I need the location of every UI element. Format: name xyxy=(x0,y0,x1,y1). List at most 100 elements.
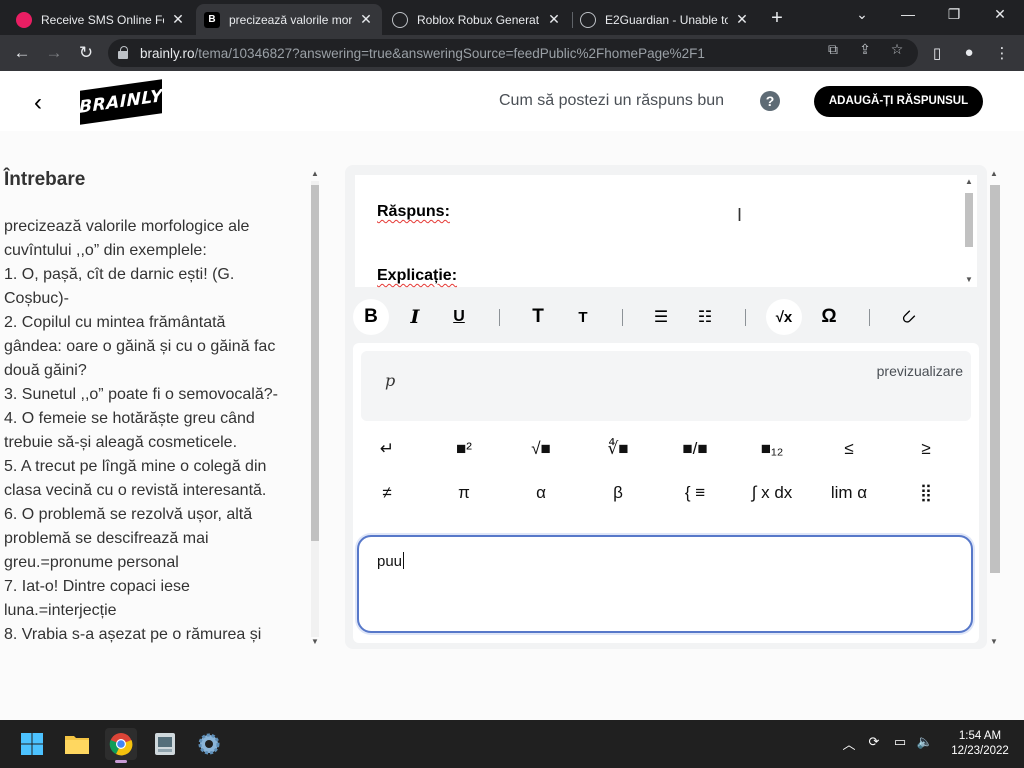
math-symbol-button[interactable]: ∜■ xyxy=(596,433,640,465)
address-bar[interactable]: brainly.ro/tema/10346827?answering=true&… xyxy=(108,39,918,67)
minimize-icon[interactable]: — xyxy=(898,6,918,22)
close-tab-icon[interactable]: ✕ xyxy=(358,11,374,28)
scroll-up-arrow-icon[interactable]: ▲ xyxy=(989,169,999,178)
browser-tab-strip: Receive SMS Online Fo ✕ B precizează val… xyxy=(0,0,1024,35)
close-tab-icon[interactable]: ✕ xyxy=(734,11,750,28)
windows-start-icon[interactable] xyxy=(16,728,48,760)
numbered-list-icon[interactable]: ☰ xyxy=(643,299,679,335)
text-cursor-icon: I xyxy=(737,205,743,225)
how-to-answer-link[interactable]: Cum să postezi un răspuns bun xyxy=(499,92,724,110)
heading-small-icon[interactable]: T xyxy=(565,299,601,335)
scroll-up-arrow-icon[interactable]: ▲ xyxy=(964,177,974,186)
special-characters-omega-icon[interactable]: Ω xyxy=(811,299,847,335)
underline-icon[interactable]: U xyxy=(441,299,477,335)
bookmark-star-icon[interactable]: ☆ xyxy=(888,41,906,58)
scroll-thumb[interactable] xyxy=(965,193,973,247)
translate-icon[interactable]: ⧉ xyxy=(824,41,842,58)
reload-icon[interactable]: ↻ xyxy=(75,42,97,64)
side-panel-icon[interactable]: ▯ xyxy=(927,44,947,62)
show-hidden-icons-chevron-icon[interactable]: ︿ xyxy=(839,734,859,753)
bold-icon[interactable]: B xyxy=(353,299,389,335)
share-icon[interactable]: ⇪ xyxy=(856,41,874,58)
tab-title: Receive SMS Online Fo xyxy=(41,12,164,27)
scroll-up-arrow-icon[interactable]: ▲ xyxy=(310,169,320,178)
menu-kebab-icon[interactable]: ⋮ xyxy=(992,44,1012,62)
back-chevron-icon[interactable]: ‹ xyxy=(34,89,42,117)
math-symbol-button[interactable]: ≥ xyxy=(904,433,948,465)
notepad-app-icon[interactable] xyxy=(149,728,181,760)
math-symbol-button[interactable]: ↵ xyxy=(365,433,409,465)
editor-scrollbar[interactable]: ▲ ▼ xyxy=(961,175,977,287)
scroll-thumb[interactable] xyxy=(311,185,319,541)
network-icon[interactable]: ▭ xyxy=(890,734,910,750)
settings-gear-icon[interactable] xyxy=(193,728,225,760)
chrome-icon[interactable] xyxy=(105,728,137,763)
close-tab-icon[interactable]: ✕ xyxy=(170,11,186,28)
back-arrow-icon[interactable]: ← xyxy=(11,42,33,64)
forward-arrow-icon[interactable]: → xyxy=(43,42,65,64)
answer-label: Răspuns: xyxy=(377,203,450,220)
scroll-down-arrow-icon[interactable]: ▼ xyxy=(310,637,320,646)
brainly-logo[interactable]: BRAINLY xyxy=(79,79,163,125)
math-symbol-button[interactable]: ■₁₂ xyxy=(750,433,794,465)
answer-editor[interactable]: Răspuns: Explicație: I ▲ ▼ xyxy=(355,175,977,287)
close-tab-icon[interactable]: ✕ xyxy=(546,11,562,28)
math-symbol-button[interactable]: lim α xyxy=(827,477,871,509)
text-caret xyxy=(403,552,405,569)
question-scrollbar[interactable]: ▲ ▼ xyxy=(309,169,321,649)
profile-icon[interactable]: ● xyxy=(959,44,979,61)
math-input-field[interactable]: puu xyxy=(357,535,973,633)
math-symbol-button[interactable]: ⣿ xyxy=(904,477,948,509)
math-symbol-button[interactable]: β xyxy=(596,477,640,509)
bullet-list-icon[interactable]: ☷ xyxy=(687,299,723,335)
system-clock[interactable]: 1:54 AM 12/23/2022 xyxy=(944,729,1016,759)
add-answer-button[interactable]: ADAUGĂ-ȚI RĂSPUNSUL xyxy=(814,86,983,117)
math-symbol-button[interactable]: ≤ xyxy=(827,433,871,465)
answer-scrollbar[interactable]: ▲ ▼ xyxy=(987,169,1001,649)
sync-alert-icon[interactable]: ⟳ xyxy=(864,734,884,750)
math-formula-icon[interactable]: √x xyxy=(766,299,802,335)
math-symbol-button[interactable]: ≠ xyxy=(365,477,409,509)
tab-brainly[interactable]: B precizează valorile mor ✕ xyxy=(196,4,382,35)
restore-icon[interactable]: ❐ xyxy=(944,6,964,23)
question-text: precizează valorile morfologice ale cuvîn… xyxy=(4,215,306,647)
sms-favicon-icon xyxy=(16,11,32,28)
question-line: 6. O problemă se rezolvă ușor, altă xyxy=(4,506,253,523)
volume-icon[interactable]: 🔈 xyxy=(915,734,935,750)
math-input-value: puu xyxy=(377,552,405,570)
close-window-icon[interactable]: ✕ xyxy=(990,6,1010,23)
help-icon[interactable]: ? xyxy=(760,91,780,111)
brainly-favicon-icon: B xyxy=(204,11,220,28)
question-line: 1. O, pașă, cît de darnic ești! (G. xyxy=(4,266,235,283)
question-line: greu.=pronume personal xyxy=(4,554,179,571)
logo-text: BRAINLY xyxy=(79,86,163,118)
tab-roblox[interactable]: Roblox Robux Generat ✕ xyxy=(384,4,570,35)
math-symbol-button[interactable]: ■/■ xyxy=(673,433,717,465)
tab-e2guardian[interactable]: E2Guardian - Unable to ✕ xyxy=(572,4,758,35)
file-explorer-icon[interactable] xyxy=(61,728,93,760)
math-symbol-button[interactable]: { ≡ xyxy=(673,477,717,509)
scroll-thumb[interactable] xyxy=(990,185,1000,573)
scroll-down-arrow-icon[interactable]: ▼ xyxy=(964,275,974,284)
attachment-paperclip-icon[interactable]: ⊂ xyxy=(883,292,934,343)
heading-large-icon[interactable]: T xyxy=(520,299,556,335)
math-symbol-button[interactable]: √■ xyxy=(519,433,563,465)
new-tab-plus-icon[interactable]: + xyxy=(766,7,788,30)
question-line: 8. Vrabia s-a așezat pe o rămurea și xyxy=(4,626,262,643)
question-line: gândea: oare o găină și cu o găină fac xyxy=(4,338,276,355)
tab-title: E2Guardian - Unable to xyxy=(605,12,728,27)
tab-search-chevron-icon[interactable]: ⌄ xyxy=(852,6,872,23)
scroll-down-arrow-icon[interactable]: ▼ xyxy=(989,637,999,646)
math-symbol-button[interactable]: π xyxy=(442,477,486,509)
italic-icon[interactable]: I xyxy=(397,299,433,335)
tab-receive-sms[interactable]: Receive SMS Online Fo ✕ xyxy=(8,4,194,35)
active-app-indicator xyxy=(115,760,127,763)
math-symbol-button[interactable]: ∫ x dx xyxy=(750,477,794,509)
url-text: brainly.ro/tema/10346827?answering=true&… xyxy=(140,45,705,61)
math-symbol-button[interactable]: α xyxy=(519,477,563,509)
question-title: Întrebare xyxy=(4,169,86,190)
math-symbol-button[interactable]: ■² xyxy=(442,433,486,465)
main-content: Întrebare precizează valorile morfologic… xyxy=(0,131,1024,720)
question-line: 3. Sunetul ,,o” poate fi o semovocală?- xyxy=(4,386,278,403)
question-line: 2. Copilul cu mintea frământată xyxy=(4,314,226,331)
